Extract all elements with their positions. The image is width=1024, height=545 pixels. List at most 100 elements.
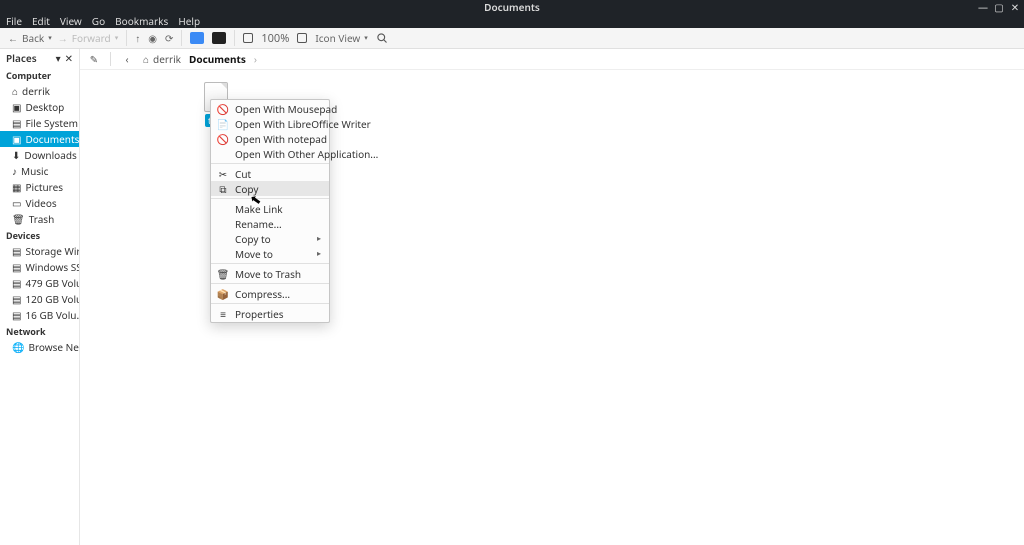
drive-icon: ▤ [12,292,21,306]
chevron-right-icon: › [254,52,257,66]
menu-open-with-notepad[interactable]: 🚫 Open With notepad [211,131,329,146]
menu-bookmarks[interactable]: Bookmarks [115,14,168,28]
menu-separator [211,283,329,284]
home-icon: ⌂ [12,84,18,98]
back-button[interactable]: ← Back ▾ [8,31,52,45]
forward-label: Forward [72,31,111,45]
sidebar-item-device[interactable]: ▤Windows SSD sto... [0,259,79,275]
menu-copy[interactable]: ⧉ Copy [211,181,329,196]
reload-icon: ⟳ [165,31,173,45]
zoom-in-button[interactable] [297,33,307,43]
menu-cut[interactable]: ✂ Cut [211,166,329,181]
sidebar-item-device[interactable]: ▤Storage Windows [0,243,79,259]
sidebar-title: Places [6,51,37,65]
trash-icon: 🗑 [217,267,229,281]
network-icon: 🌐 [12,340,24,354]
menu-view[interactable]: View [60,14,82,28]
download-icon: ⬇ [12,148,20,162]
archive-icon: 📦 [217,287,229,301]
search-icon [376,32,388,44]
sidebar-item-pictures[interactable]: ▦Pictures [0,179,79,195]
blocked-icon: 🚫 [217,102,229,116]
menu-edit[interactable]: Edit [32,14,50,28]
menu-make-link[interactable]: Make Link [211,201,329,216]
pathbar-prev-button[interactable]: ‹ [119,51,135,67]
picture-icon: ▦ [12,180,21,194]
toolbar-separator [234,30,235,46]
video-icon: ▭ [12,196,21,210]
arrow-left-icon: ← [8,31,18,45]
folder-icon: ▣ [12,132,21,146]
submenu-arrow-icon: ▸ [317,248,321,259]
drive-icon: ▤ [12,116,21,130]
drive-icon: ▤ [12,308,21,322]
zoom-out-button[interactable] [243,33,253,43]
arrow-up-icon: ↑ [135,31,140,45]
arrow-right-icon: → [58,31,68,45]
view-color2-button[interactable] [212,32,226,44]
sidebar-item-trash[interactable]: 🗑Trash [0,211,79,227]
view-color1-button[interactable] [190,32,204,44]
menu-copy-to[interactable]: Copy to▸ [211,231,329,246]
sidebar-item-home[interactable]: ⌂derrik [0,83,79,99]
sidebar-section-computer: Computer [0,67,79,83]
file-view[interactable]: test 🚫 Open With Mousepad 📄 Open With Li… [80,70,1024,545]
toolbar-separator [181,30,182,46]
sidebar-item-browse-network[interactable]: 🌐Browse Network [0,339,79,355]
context-menu: 🚫 Open With Mousepad 📄 Open With LibreOf… [210,99,330,323]
sidebar-item-filesystem[interactable]: ▤File System [0,115,79,131]
sidebar-item-documents[interactable]: ▣Documents [0,131,79,147]
menu-rename[interactable]: Rename... [211,216,329,231]
blocked-icon: 🚫 [217,132,229,146]
forward-caret-icon[interactable]: ▾ [115,34,119,43]
forward-button[interactable]: → Forward ▾ [58,31,118,45]
menu-go[interactable]: Go [92,14,105,28]
menu-help[interactable]: Help [178,14,200,28]
sidebar-section-network: Network [0,323,79,339]
menu-file[interactable]: File [6,14,22,28]
chevron-down-icon: ▾ [364,34,368,43]
sidebar-menu-caret[interactable]: ▾ [56,51,61,65]
submenu-arrow-icon: ▸ [317,233,321,244]
sidebar-item-device[interactable]: ▤120 GB Volume [0,291,79,307]
window-minimize-button[interactable]: — [978,2,988,12]
menu-open-with-libreoffice[interactable]: 📄 Open With LibreOffice Writer [211,116,329,131]
home-icon: ⌂ [143,52,149,66]
pathbar-separator [110,52,111,66]
cut-icon: ✂ [217,167,229,181]
back-label: Back [22,31,44,45]
home-button[interactable]: ◉ [148,31,157,45]
sidebar-item-videos[interactable]: ▭Videos [0,195,79,211]
pathbar-edit-button[interactable]: ✎ [86,51,102,67]
drive-icon: ▤ [12,276,21,290]
search-button[interactable] [376,32,388,44]
drive-icon: ▤ [12,244,21,258]
menubar: File Edit View Go Bookmarks Help [0,14,1024,28]
globe-icon: ◉ [148,31,157,45]
sidebar-close-button[interactable]: ✕ [65,51,73,65]
menu-move-to[interactable]: Move to▸ [211,246,329,261]
drive-icon: ▤ [12,260,21,274]
menu-open-with-other[interactable]: Open With Other Application... [211,146,329,161]
reload-button[interactable]: ⟳ [165,31,173,45]
menu-properties[interactable]: ≡ Properties [211,306,329,321]
view-mode-dropdown[interactable]: Icon View ▾ [315,31,367,45]
breadcrumb-home[interactable]: ⌂ derrik [143,52,181,66]
window-maximize-button[interactable]: ▢ [994,2,1004,12]
menu-compress[interactable]: 📦 Compress... [211,286,329,301]
sidebar-item-music[interactable]: ♪Music [0,163,79,179]
window-title: Documents [484,0,540,14]
sidebar-item-device[interactable]: ▤479 GB Volume [0,275,79,291]
window-close-button[interactable]: ✕ [1010,2,1020,12]
menu-open-with-mousepad[interactable]: 🚫 Open With Mousepad [211,101,329,116]
sidebar-item-device[interactable]: ▤16 GB Volu...⏏ [0,307,79,323]
back-caret-icon[interactable]: ▾ [48,34,52,43]
menu-separator [211,163,329,164]
parent-dir-button[interactable]: ↑ [135,31,140,45]
menu-separator [211,303,329,304]
menu-move-to-trash[interactable]: 🗑 Move to Trash [211,266,329,281]
zoom-level: 100% [261,31,289,46]
sidebar-item-desktop[interactable]: ▣Desktop [0,99,79,115]
sidebar-item-downloads[interactable]: ⬇Downloads [0,147,79,163]
breadcrumb-current[interactable]: Documents [189,52,246,66]
